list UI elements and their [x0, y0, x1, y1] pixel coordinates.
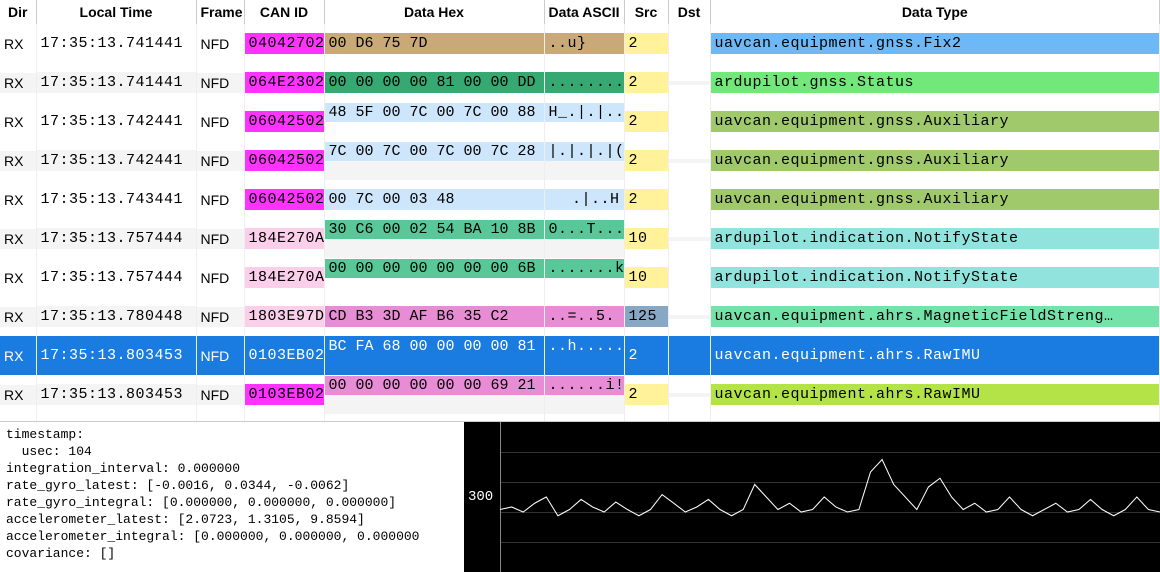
table-row[interactable]: RX17:35:13.803453NFD0103EB02BC FA 68 00 …: [0, 336, 1160, 375]
table-row[interactable]: RX17:35:13.741441NFD0404270200 D6 75 7D.…: [0, 24, 1160, 63]
col-frame[interactable]: Frame: [196, 0, 244, 24]
plot-pane[interactable]: 300: [464, 422, 1160, 572]
col-time[interactable]: Local Time: [36, 0, 196, 24]
table-row[interactable]: RX17:35:13.780448NFD1803E97DCD B3 3D AF …: [0, 297, 1160, 336]
table-row[interactable]: RX17:35:13.742441NFD060425027C 00 7C 00 …: [0, 141, 1160, 180]
table-row[interactable]: [0, 414, 1160, 422]
col-dst[interactable]: Dst: [668, 0, 710, 24]
plot-y-label: 300: [468, 489, 493, 505]
table-row[interactable]: RX17:35:13.742441NFD0604250248 5F 00 7C …: [0, 102, 1160, 141]
table-row[interactable]: RX17:35:13.757444NFD184E270A00 00 00 00 …: [0, 258, 1160, 297]
col-type[interactable]: Data Type: [710, 0, 1160, 24]
table-row[interactable]: RX17:35:13.757444NFD184E270A30 C6 00 02 …: [0, 219, 1160, 258]
packet-table[interactable]: Dir Local Time Frame CAN ID Data Hex Dat…: [0, 0, 1160, 422]
col-ascii[interactable]: Data ASCII: [544, 0, 624, 24]
detail-pane[interactable]: timestamp: usec: 104 integration_interva…: [0, 422, 464, 572]
table-row[interactable]: RX17:35:13.741441NFD064E230200 00 00 00 …: [0, 63, 1160, 102]
col-hex[interactable]: Data Hex: [324, 0, 544, 24]
table-header-row: Dir Local Time Frame CAN ID Data Hex Dat…: [0, 0, 1160, 24]
table-row[interactable]: RX17:35:13.743441NFD0604250200 7C 00 03 …: [0, 180, 1160, 219]
table-row[interactable]: RX17:35:13.803453NFD0103EB0200 00 00 00 …: [0, 375, 1160, 414]
col-dir[interactable]: Dir: [0, 0, 36, 24]
col-canid[interactable]: CAN ID: [244, 0, 324, 24]
col-src[interactable]: Src: [624, 0, 668, 24]
